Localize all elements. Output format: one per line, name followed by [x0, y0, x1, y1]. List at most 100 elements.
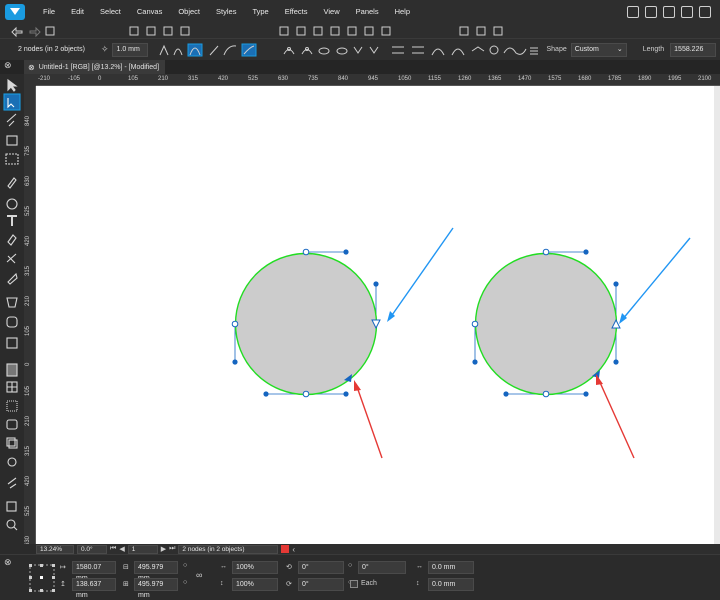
circle-object-left[interactable] — [231, 248, 381, 398]
page-field[interactable]: 1 — [127, 544, 158, 554]
chevron-down-icon: ⌄ — [616, 45, 623, 53]
panel-close-icon[interactable]: ⊗ — [4, 60, 12, 71]
menu-panels[interactable]: Panels — [348, 0, 387, 24]
shape-select[interactable]: Custom ⌄ — [570, 42, 627, 57]
menu-edit[interactable]: Edit — [63, 0, 92, 24]
tools-icons[interactable] — [0, 74, 24, 544]
x-position-field[interactable]: 1580.07 mm — [72, 561, 116, 582]
boolean-intersect-icon[interactable] — [313, 26, 323, 36]
canvas-drawing[interactable] — [36, 86, 720, 544]
vertical-ruler[interactable]: 840 735 630 525 420 315 210 105 0 105 210 315 420 525… — [24, 86, 36, 544]
menu-select[interactable]: Select — [92, 0, 129, 24]
shear-field[interactable]: 0° — [298, 578, 344, 591]
undo-icon[interactable] — [11, 26, 23, 38]
app-logo[interactable] — [5, 4, 25, 20]
boolean-xor-icon[interactable] — [330, 26, 340, 36]
ruler-h-label: 315 — [188, 76, 199, 82]
scale-height-field[interactable]: 100% — [232, 578, 278, 591]
settings-icon[interactable] — [663, 6, 675, 18]
rotate-icon: ⟲ — [286, 564, 292, 571]
vertical-scrollbar[interactable] — [714, 86, 720, 544]
sharp-node-icon — [160, 44, 169, 55]
boolean-combine-icon[interactable] — [364, 26, 374, 36]
distribute-icon[interactable] — [146, 26, 156, 36]
polarity-icon — [472, 45, 485, 51]
horizontal-ruler[interactable]: -210 -105 0 105 210 315 420 525 630 735 840 945 1050… — [36, 74, 720, 86]
length-field[interactable]: 1558.226 — [670, 42, 717, 57]
menu-effects[interactable]: Effects — [277, 0, 316, 24]
width-icon: ⊟ — [123, 564, 129, 571]
status-selection[interactable]: 2 nodes (in 2 objects) — [178, 544, 279, 554]
scale-width-field[interactable]: 100% — [232, 561, 278, 574]
ratio-icon-2[interactable]: ○ — [183, 579, 187, 586]
stroke-width-field[interactable]: 1.0 mm — [112, 42, 149, 57]
ruler-h-label: 1995 — [668, 76, 682, 82]
ruler-h-label: 630 — [278, 76, 289, 82]
node-bottom — [542, 390, 550, 398]
boolean-subtract-icon[interactable] — [296, 26, 306, 36]
boolean-split-icon[interactable] — [381, 26, 391, 36]
align-icon[interactable] — [129, 26, 139, 36]
panel-close-icon[interactable]: ⊗ — [4, 557, 12, 568]
skew-field[interactable]: 0° — [358, 561, 406, 574]
ratio-icon-3[interactable]: ○ — [348, 562, 352, 569]
flip-icon[interactable] — [476, 26, 486, 36]
collapse-icon[interactable]: ‹ — [292, 545, 295, 554]
ruler-v-label: 735 — [25, 145, 31, 156]
page-nav-prev-icon[interactable]: ◀ — [119, 545, 124, 553]
page-nav-last-icon[interactable]: ⏭ — [169, 545, 175, 553]
color-swatch[interactable] — [281, 545, 290, 553]
tab-close-icon[interactable]: ⊗ — [28, 63, 35, 72]
main-toolbar — [0, 24, 720, 38]
width-field[interactable]: 495.979 mm — [134, 561, 178, 582]
circle-object-right[interactable] — [471, 248, 621, 398]
lock-proportions-icon[interactable]: ∞ — [196, 570, 202, 580]
panel-icon[interactable] — [681, 6, 693, 18]
selection-tool-icon — [5, 153, 19, 165]
menu-styles[interactable]: Styles — [208, 0, 244, 24]
each-checkbox[interactable] — [350, 580, 358, 588]
page-nav-first-icon[interactable]: ⏮ — [110, 545, 116, 553]
ruler-h-label: -105 — [68, 76, 81, 82]
anchor-selector-icon[interactable] — [28, 563, 56, 593]
page-nav-next-icon[interactable]: ▶ — [161, 545, 166, 553]
zoom-field[interactable]: 13.24% — [36, 544, 74, 554]
ruler-h-label: 210 — [158, 76, 169, 82]
menu-view[interactable]: View — [316, 0, 348, 24]
menu-object[interactable]: Object — [170, 0, 208, 24]
rotation-field[interactable]: 0.0° — [77, 544, 107, 554]
node-type-buttons[interactable] — [156, 43, 276, 57]
crop-tool-icon — [6, 135, 18, 146]
spacing-h-field[interactable]: 0.0 mm — [428, 561, 474, 574]
control-point — [343, 249, 349, 255]
export-icon[interactable] — [627, 6, 639, 18]
line-segment-icon — [210, 45, 219, 55]
order-icon[interactable] — [180, 26, 190, 36]
boolean-add-icon[interactable] — [279, 26, 289, 36]
menu-file[interactable]: File — [35, 0, 63, 24]
share-icon[interactable] — [645, 6, 657, 18]
redo-icon[interactable] — [29, 26, 41, 38]
rotate-field[interactable]: 0° — [298, 561, 344, 574]
main-toolbar-icons[interactable] — [0, 24, 720, 38]
history-icon[interactable] — [45, 26, 55, 36]
menu-canvas[interactable]: Canvas — [129, 0, 170, 24]
arrange-icon[interactable] — [163, 26, 173, 36]
bucket-icon — [6, 297, 18, 308]
transform-icon[interactable] — [459, 26, 469, 36]
ruler-corner[interactable] — [24, 74, 36, 86]
rotate-icon[interactable] — [493, 26, 503, 36]
document-tab-title: Untitled-1 [RGB] [@13.2%] - [Modified] — [38, 63, 160, 71]
menu-type[interactable]: Type — [244, 0, 276, 24]
ratio-icon[interactable]: ○ — [183, 562, 187, 569]
reverse-curve-icon — [370, 46, 379, 54]
y-position-field[interactable]: 138.637 mm — [72, 578, 116, 599]
boolean-divide-icon[interactable] — [347, 26, 357, 36]
canvas[interactable] — [36, 86, 720, 544]
height-field[interactable]: 495.979 mm — [134, 578, 178, 599]
node-action-buttons[interactable] — [280, 43, 540, 57]
spacing-v-field[interactable]: 0.0 mm — [428, 578, 474, 591]
menu-help[interactable]: Help — [387, 0, 418, 24]
document-tab[interactable]: ⊗ Untitled-1 [RGB] [@13.2%] - [Modified] — [24, 60, 166, 74]
layout-icon[interactable] — [699, 6, 711, 18]
